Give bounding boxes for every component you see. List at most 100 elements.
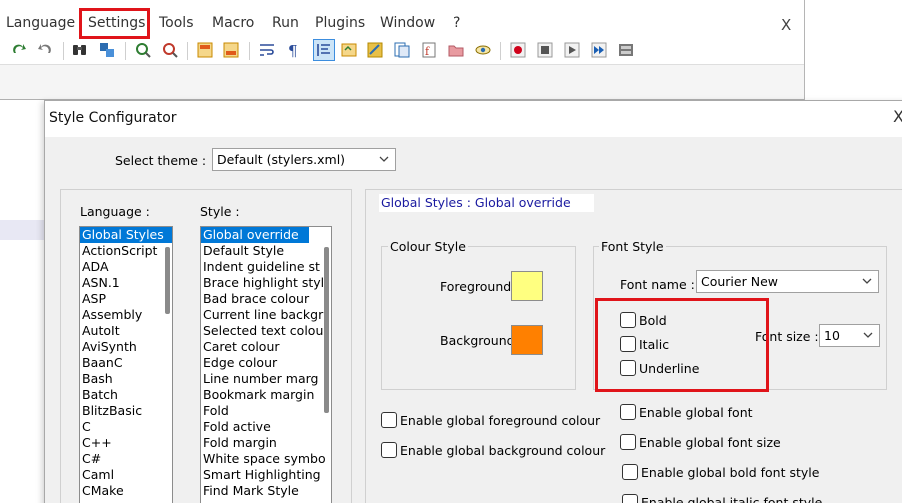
find-icon[interactable] <box>71 41 89 59</box>
colour-style-group <box>381 246 576 390</box>
dialog-close-button[interactable]: X <box>893 107 902 126</box>
toolbar: ¶ f <box>0 38 805 64</box>
list-item[interactable]: Smart Highlighting <box>201 467 331 483</box>
list-item[interactable]: Fold margin <box>201 435 331 451</box>
list-item[interactable]: White space symbo <box>201 451 331 467</box>
enable-global-italic-label: Enable global italic font style <box>641 495 823 503</box>
language-list[interactable]: Global Styles ActionScript ADA ASN.1 ASP… <box>79 226 173 503</box>
list-item[interactable]: C++ <box>80 435 172 451</box>
list-item[interactable]: Current line backgr <box>201 307 331 323</box>
function-list-icon[interactable]: f <box>420 41 438 59</box>
menu-language[interactable]: Language <box>6 15 75 31</box>
list-item[interactable]: Bookmark margin <box>201 387 331 403</box>
tab-bar-area <box>0 64 805 101</box>
style-label: Style : <box>200 204 240 219</box>
list-item[interactable]: Batch <box>80 387 172 403</box>
list-item[interactable]: Edge colour <box>201 355 331 371</box>
zoom-out-icon[interactable] <box>161 41 179 59</box>
language-list-scrollbar[interactable] <box>165 247 170 314</box>
list-item[interactable]: CMake <box>80 483 172 499</box>
sync-horizontal-icon[interactable] <box>222 41 240 59</box>
menu-macro[interactable]: Macro <box>212 15 254 31</box>
font-name-value: Courier New <box>701 274 778 289</box>
sync-vertical-icon[interactable] <box>196 41 214 59</box>
menu-run[interactable]: Run <box>272 15 299 31</box>
enable-global-foreground-checkbox[interactable] <box>381 412 397 428</box>
colour-style-title: Colour Style <box>388 239 468 254</box>
document-map-icon[interactable] <box>366 41 384 59</box>
list-item[interactable]: Find Mark Style <box>201 483 331 499</box>
replace-icon[interactable] <box>98 41 116 59</box>
indent-guide-icon[interactable] <box>313 39 335 61</box>
enable-global-italic-checkbox[interactable] <box>622 494 638 503</box>
font-name-label: Font name : <box>620 277 695 292</box>
style-list-scrollbar[interactable] <box>324 247 329 413</box>
background-color-swatch[interactable] <box>511 325 543 355</box>
list-item[interactable]: Caret colour <box>201 339 331 355</box>
list-item[interactable]: Indent guideline st <box>201 259 331 275</box>
stop-recording-icon[interactable] <box>536 41 554 59</box>
list-item[interactable]: Global override <box>201 227 309 243</box>
list-item[interactable]: C <box>80 419 172 435</box>
list-item[interactable]: Fold active <box>201 419 331 435</box>
list-item[interactable]: Brace highlight styl <box>201 275 331 291</box>
save-macro-icon[interactable] <box>617 41 635 59</box>
font-options-highlight-annotation <box>595 298 769 392</box>
list-item[interactable]: Fold <box>201 403 331 419</box>
enable-global-background-label: Enable global background colour <box>400 443 606 458</box>
list-item[interactable]: BaanC <box>80 355 172 371</box>
menu-window[interactable]: Window <box>380 15 435 31</box>
style-configurator-dialog: Style Configurator X Select theme : Defa… <box>44 100 902 503</box>
list-item[interactable]: ADA <box>80 259 172 275</box>
list-item[interactable]: C# <box>80 451 172 467</box>
settings-highlight-annotation <box>79 8 150 39</box>
list-item[interactable]: AutoIt <box>80 323 172 339</box>
list-item[interactable]: ASP <box>80 291 172 307</box>
chevron-down-icon <box>379 156 389 162</box>
style-list[interactable]: Global override Default Style Indent gui… <box>200 226 332 503</box>
list-item[interactable]: BlitzBasic <box>80 403 172 419</box>
word-wrap-icon[interactable] <box>258 41 276 59</box>
show-all-characters-icon[interactable]: ¶ <box>284 41 302 59</box>
font-size-select[interactable]: 10 <box>819 324 880 347</box>
enable-global-font-label: Enable global font <box>639 405 753 420</box>
list-item[interactable]: Line number marg <box>201 371 331 387</box>
enable-global-background-checkbox[interactable] <box>381 442 397 458</box>
font-size-value: 10 <box>824 328 840 343</box>
list-item[interactable]: Assembly <box>80 307 172 323</box>
list-item[interactable]: ActionScript <box>80 243 172 259</box>
style-header-text: Global Styles : Global override <box>381 195 571 210</box>
enable-global-bold-checkbox[interactable] <box>622 464 638 480</box>
select-theme-label: Select theme : <box>115 153 207 168</box>
enable-global-font-checkbox[interactable] <box>620 404 636 420</box>
list-item[interactable]: ASN.1 <box>80 275 172 291</box>
list-item[interactable]: Bash <box>80 371 172 387</box>
run-macro-multiple-icon[interactable] <box>590 41 608 59</box>
playback-macro-icon[interactable] <box>563 41 581 59</box>
list-item[interactable]: AviSynth <box>80 339 172 355</box>
monitoring-icon[interactable] <box>474 41 492 59</box>
enable-global-font-size-label: Enable global font size <box>639 435 781 450</box>
undo-icon[interactable] <box>36 41 54 59</box>
menu-help[interactable]: ? <box>453 15 460 31</box>
redo-icon[interactable] <box>10 41 28 59</box>
foreground-color-swatch[interactable] <box>511 271 543 301</box>
list-item[interactable]: Default Style <box>201 243 331 259</box>
theme-select[interactable]: Default (stylers.xml) <box>212 148 396 171</box>
list-item[interactable]: Selected text colou <box>201 323 331 339</box>
menu-plugins[interactable]: Plugins <box>315 15 365 31</box>
user-defined-language-icon[interactable] <box>340 41 358 59</box>
zoom-in-icon[interactable] <box>134 41 152 59</box>
menu-tools[interactable]: Tools <box>159 15 194 31</box>
list-item[interactable]: Global Styles <box>80 227 172 243</box>
document-close-button[interactable]: X <box>781 16 791 34</box>
document-list-icon[interactable] <box>393 41 411 59</box>
list-item[interactable]: Caml <box>80 467 172 483</box>
enable-global-font-size-checkbox[interactable] <box>620 434 636 450</box>
font-name-select[interactable]: Courier New <box>696 270 879 293</box>
record-macro-icon[interactable] <box>509 41 527 59</box>
folder-as-workspace-icon[interactable] <box>447 41 465 59</box>
theme-select-value: Default (stylers.xml) <box>217 152 346 167</box>
list-item[interactable]: Bad brace colour <box>201 291 331 307</box>
language-label: Language : <box>80 204 150 219</box>
